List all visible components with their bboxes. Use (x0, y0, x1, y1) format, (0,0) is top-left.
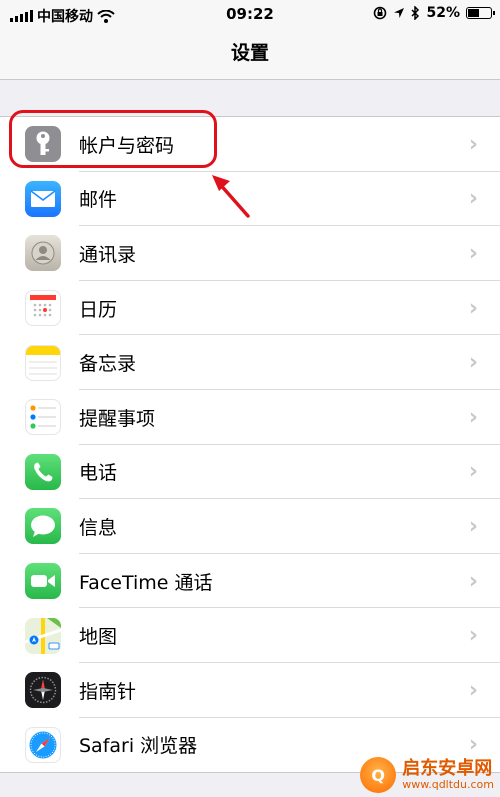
chevron-right-icon: › (468, 186, 478, 212)
watermark-logo: Q (360, 757, 397, 793)
chevron-right-icon: › (468, 404, 478, 430)
settings-item-messages[interactable]: 信息 › (0, 499, 500, 554)
settings-item-label: 电话 (79, 462, 118, 485)
chevron-right-icon: › (468, 732, 478, 758)
compass-icon (25, 672, 61, 709)
settings-item-facetime[interactable]: FaceTime 通话 › (0, 554, 500, 609)
calendar-icon (25, 290, 61, 327)
chevron-right-icon: › (468, 513, 478, 539)
messages-icon (25, 508, 61, 545)
chevron-right-icon: › (468, 295, 478, 321)
chevron-right-icon: › (468, 459, 478, 485)
settings-item-label: 邮件 (79, 189, 118, 212)
chevron-right-icon: › (468, 568, 478, 594)
settings-item-label: 备忘录 (79, 353, 137, 376)
settings-item-notes[interactable]: 备忘录 › (0, 335, 500, 390)
settings-item-reminders[interactable]: 提醒事项 › (0, 390, 500, 445)
battery-icon (466, 7, 495, 19)
phone-icon (25, 453, 61, 490)
settings-item-label: 信息 (79, 516, 118, 539)
battery-percent: 52% (426, 5, 460, 21)
chevron-right-icon: › (468, 131, 478, 157)
chevron-right-icon: › (468, 623, 478, 649)
settings-item-label: Safari 浏览器 (79, 735, 198, 758)
safari-icon (25, 726, 61, 763)
contacts-icon (25, 235, 61, 272)
settings-item-phone[interactable]: 电话 › (0, 445, 500, 500)
page-title: 设置 (230, 42, 269, 64)
settings-item-calendar[interactable]: 日历 › (0, 281, 500, 336)
settings-item-label: 日历 (79, 298, 118, 321)
settings-item-label: 指南针 (79, 680, 137, 703)
notes-icon (25, 344, 61, 381)
maps-icon (25, 617, 61, 654)
chevron-right-icon: › (468, 677, 478, 703)
battery-level (468, 9, 479, 17)
bluetooth-icon (411, 6, 420, 20)
settings-item-label: 地图 (79, 626, 118, 649)
watermark-url: www.qdltdu.com (402, 777, 494, 791)
chevron-right-icon: › (468, 240, 478, 266)
settings-item-contacts[interactable]: 通讯录 › (0, 226, 500, 281)
settings-item-label: 提醒事项 (79, 407, 156, 430)
settings-item-label: FaceTime 通话 (79, 571, 213, 594)
facetime-icon (25, 563, 61, 600)
settings-item-compass[interactable]: 指南针 › (0, 663, 500, 718)
highlight-box (9, 110, 217, 168)
watermark: Q 启东安卓网 www.qdltdu.com (360, 757, 494, 793)
annotation-arrow (212, 175, 250, 218)
location-icon (394, 8, 405, 18)
watermark-title: 启东安卓网 (402, 758, 493, 780)
settings-item-label: 通讯录 (79, 243, 137, 266)
status-bar: 中国移动 09:22 52% (0, 0, 500, 30)
rotation-lock-icon (374, 6, 387, 20)
mail-icon (25, 180, 61, 217)
chevron-right-icon: › (468, 350, 478, 376)
nav-bar: 设置 (0, 30, 500, 80)
reminders-icon (25, 399, 61, 436)
settings-item-maps[interactable]: 地图 › (0, 608, 500, 663)
